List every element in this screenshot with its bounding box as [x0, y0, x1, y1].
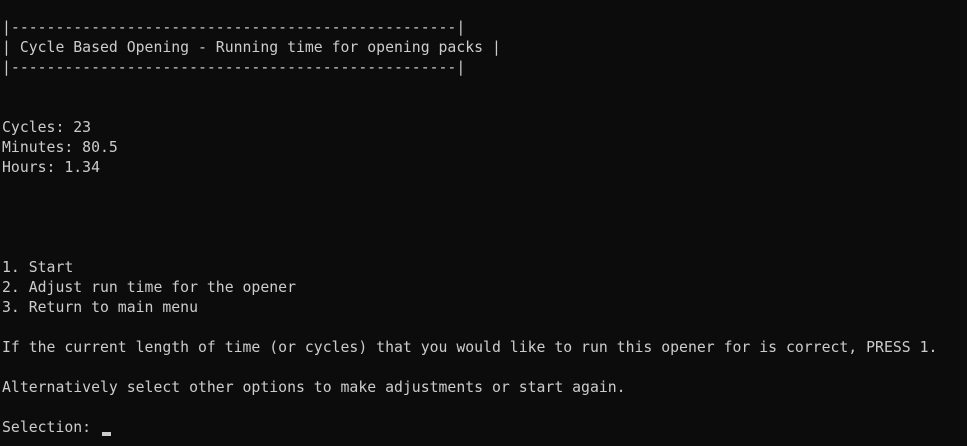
- menu-item-adjust-run-time: 2. Adjust run time for the opener: [2, 279, 296, 296]
- alternative-instruction: Alternatively select other options to ma…: [2, 379, 626, 396]
- banner-bottom-border: |---------------------------------------…: [2, 59, 466, 76]
- banner-top-border: |---------------------------------------…: [2, 19, 466, 36]
- selection-label: Selection:: [2, 419, 100, 436]
- cycles-readout: Cycles: 23: [2, 119, 92, 136]
- hours-readout: Hours: 1.34: [2, 159, 100, 176]
- confirm-instruction: If the current length of time (or cycles…: [2, 339, 938, 356]
- selection-prompt[interactable]: Selection:: [2, 418, 111, 438]
- menu-item-start: 1. Start: [2, 259, 74, 276]
- banner-title: | Cycle Based Opening - Running time for…: [2, 39, 501, 56]
- text-cursor: [102, 432, 111, 436]
- console-window[interactable]: |---------------------------------------…: [0, 0, 967, 446]
- menu-item-return-main-menu: 3. Return to main menu: [2, 299, 198, 316]
- minutes-readout: Minutes: 80.5: [2, 139, 118, 156]
